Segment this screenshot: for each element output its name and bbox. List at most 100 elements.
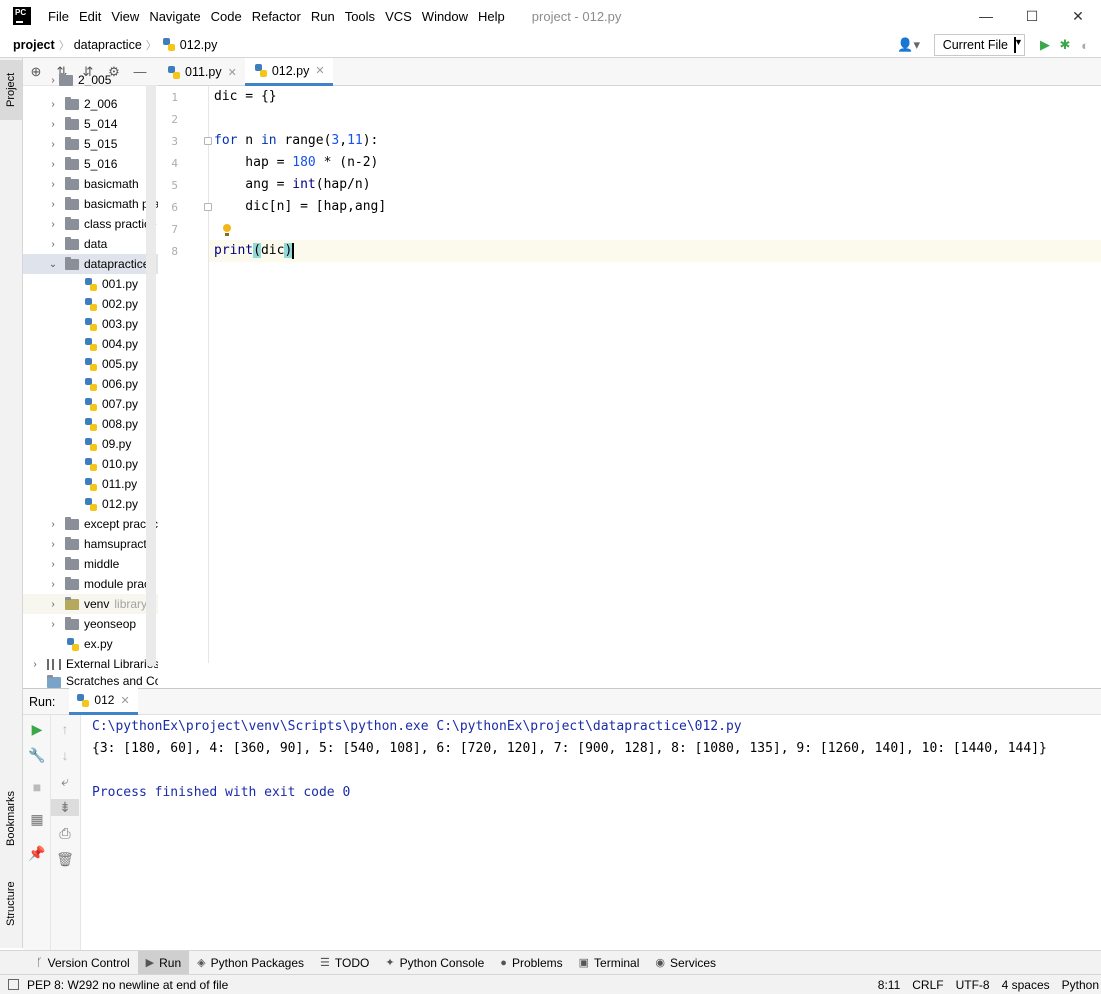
run-icon[interactable]: ▶ [1035, 37, 1055, 53]
menu-edit[interactable]: Edit [79, 9, 101, 24]
line-number-gutter[interactable]: 1 2 3 4 5 6 7 8 [158, 86, 212, 663]
rerun-icon[interactable]: ▶ [23, 721, 51, 738]
soft-wrap-icon[interactable]: ⤶ [51, 773, 79, 790]
menu-code[interactable]: Code [211, 9, 242, 24]
close-icon[interactable]: ✕ [228, 66, 237, 79]
tree-file[interactable]: ex.py [23, 634, 158, 654]
console-command-line: C:\pythonEx\project\venv\Scripts\python.… [92, 719, 742, 734]
minimize-button[interactable]: — [963, 8, 1009, 24]
menu-navigate[interactable]: Navigate [149, 9, 200, 24]
tree-folder[interactable]: › middle [23, 554, 158, 574]
tree-file[interactable]: 007.py [23, 394, 158, 414]
menu-tools[interactable]: Tools [345, 9, 375, 24]
stop-icon[interactable]: ■ [23, 779, 51, 795]
chevron-right-icon: › [51, 118, 55, 130]
menu-vcs[interactable]: VCS [385, 9, 412, 24]
menu-view[interactable]: View [111, 9, 139, 24]
menu-run[interactable]: Run [311, 9, 335, 24]
tree-file[interactable]: 011.py [23, 474, 158, 494]
tool-tab-problems[interactable]: ● Problems [492, 951, 570, 975]
python-interpreter[interactable]: Python [1062, 978, 1099, 992]
tree-file[interactable]: 008.py [23, 414, 158, 434]
tool-tab-version-control[interactable]: ᚴ Version Control [28, 951, 138, 975]
menu-help[interactable]: Help [478, 9, 505, 24]
editor-tab-011[interactable]: 011.py ✕ [158, 58, 245, 86]
menu-file[interactable]: File [48, 9, 69, 24]
tree-folder[interactable]: › 5_014 [23, 114, 158, 134]
breadcrumb-project[interactable]: project [13, 38, 55, 52]
menu-refactor[interactable]: Refactor [252, 9, 301, 24]
coverage-icon[interactable]: ◐ [1075, 38, 1095, 53]
run-configuration-select[interactable]: Current File ▼ [933, 34, 1025, 56]
tree-folder-venv[interactable]: › venv library r [23, 594, 158, 614]
tree-folder[interactable]: › hamsupractic [23, 534, 158, 554]
console-output-line: {3: [180, 60], 4: [360, 90], 5: [540, 10… [92, 741, 1047, 756]
file-encoding[interactable]: UTF-8 [956, 978, 990, 992]
tree-file[interactable]: 002.py [23, 294, 158, 314]
print-icon[interactable]: ⎙ [51, 825, 79, 842]
caret-position[interactable]: 8:11 [878, 978, 900, 992]
locate-icon[interactable]: ⊕ [23, 64, 49, 80]
tree-folder[interactable]: › 5_016 [23, 154, 158, 174]
project-scrollbar[interactable] [146, 86, 156, 666]
tree-file[interactable]: 012.py [23, 494, 158, 514]
breadcrumb-datapractice[interactable]: datapractice [74, 38, 142, 52]
arrow-up-icon[interactable]: ↑ [51, 721, 79, 737]
arrow-down-icon[interactable]: ↓ [51, 747, 79, 763]
tree-file[interactable]: 006.py [23, 374, 158, 394]
tool-tab-todo[interactable]: ☰ TODO [312, 951, 377, 975]
tree-folder[interactable]: › class practice [23, 214, 158, 234]
indent-setting[interactable]: 4 spaces [1002, 978, 1050, 992]
tree-folder[interactable]: › basicmath [23, 174, 158, 194]
close-icon[interactable]: ✕ [120, 694, 129, 707]
structure-tool-tab[interactable]: Structure [0, 868, 22, 940]
line-separator[interactable]: CRLF [912, 978, 943, 992]
code-number: 180 [292, 155, 316, 170]
project-tool-tab[interactable]: Project [0, 60, 22, 120]
tree-file[interactable]: 005.py [23, 354, 158, 374]
editor-tab-012[interactable]: 012.py ✕ [244, 58, 333, 86]
code-editor[interactable]: dic = {} for n in range(3,11): hap = 180… [209, 86, 1101, 663]
trash-icon[interactable]: 🗑 [51, 851, 79, 868]
python-file-icon [85, 317, 97, 331]
pycharm-logo-icon[interactable]: PC [13, 7, 31, 25]
pin-icon[interactable]: 📌 [23, 845, 51, 862]
tree-file[interactable]: 010.py [23, 454, 158, 474]
close-icon[interactable]: ✕ [315, 64, 324, 77]
tree-file[interactable]: 001.py [23, 274, 158, 294]
run-console[interactable]: C:\pythonEx\project\venv\Scripts\python.… [81, 715, 1101, 950]
tool-tab-terminal[interactable]: ▣ Terminal [571, 951, 648, 975]
tree-folder[interactable]: › yeonseop [23, 614, 158, 634]
tree-folder[interactable]: › 5_015 [23, 134, 158, 154]
close-window-button[interactable]: ✕ [1055, 8, 1101, 25]
panel-toggle-icon[interactable] [8, 979, 19, 990]
tree-file[interactable]: 09.py [23, 434, 158, 454]
layout-icon[interactable]: ▦ [23, 811, 51, 828]
tree-folder[interactable]: › 2_005 [47, 74, 158, 86]
breadcrumb-file[interactable]: 012.py [180, 38, 218, 52]
tree-file[interactable]: 004.py [23, 334, 158, 354]
tree-folder[interactable]: › 2_006 [23, 94, 158, 114]
tool-tab-services[interactable]: ◉ Services [647, 951, 724, 975]
user-icon[interactable]: 👤▾ [894, 37, 924, 53]
tree-folder[interactable]: › module pract [23, 574, 158, 594]
status-message[interactable]: PEP 8: W292 no newline at end of file [8, 978, 228, 992]
run-tab-012[interactable]: 012 ✕ [69, 688, 138, 715]
tree-folder[interactable]: › data [23, 234, 158, 254]
tree-external-libraries[interactable]: › External Libraries [23, 654, 158, 674]
menu-window[interactable]: Window [422, 9, 468, 24]
tree-folder-open[interactable]: ⌄ datapractice [23, 254, 158, 274]
scroll-to-end-icon[interactable]: ⇟ [51, 799, 79, 816]
tool-tab-python-packages[interactable]: ◈ Python Packages [189, 951, 312, 975]
debug-icon[interactable]: ✱ [1055, 37, 1075, 53]
tree-folder[interactable]: › basicmath pra [23, 194, 158, 214]
tree-file[interactable]: 003.py [23, 314, 158, 334]
tree-scratches[interactable]: Scratches and Co [23, 674, 158, 688]
tool-tab-run[interactable]: ▶ Run [137, 950, 190, 975]
lightbulb-icon[interactable] [222, 224, 232, 237]
tree-folder[interactable]: › except practic [23, 514, 158, 534]
wrench-icon[interactable]: 🔧 [23, 747, 51, 764]
maximize-button[interactable]: ☐ [1009, 8, 1055, 25]
tool-tab-python-console[interactable]: ✦ Python Console [377, 951, 492, 975]
bookmarks-tool-tab[interactable]: Bookmarks [0, 778, 22, 858]
